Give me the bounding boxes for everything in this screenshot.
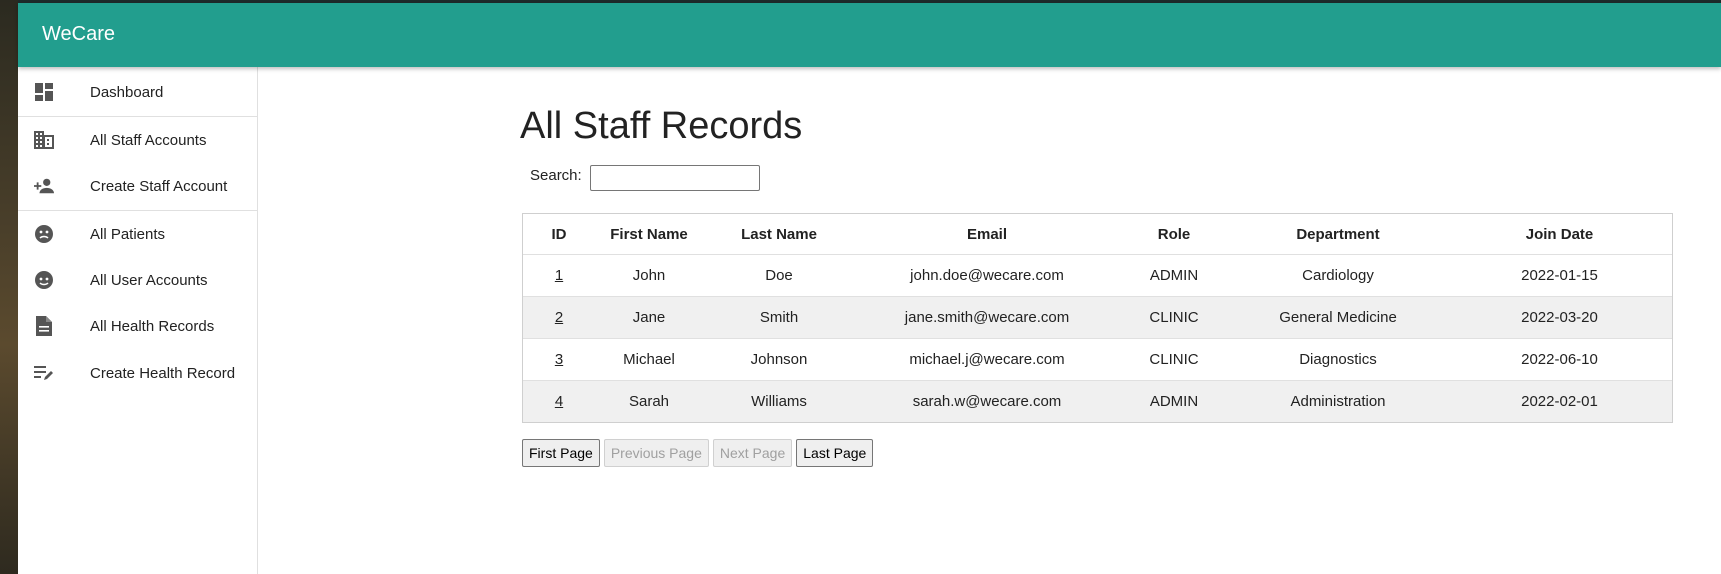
sidebar-item-all-staff-accounts[interactable]: All Staff Accounts: [18, 117, 257, 163]
sidebar-item-label: Create Health Record: [90, 364, 236, 382]
table-row: 1 John Doe john.doe@wecare.com ADMIN Car…: [523, 254, 1672, 297]
app-bar: WeCare: [18, 3, 1721, 67]
table-row: 2 Jane Smith jane.smith@wecare.com CLINI…: [523, 296, 1672, 339]
add-person-icon: [34, 176, 54, 196]
next-page-button[interactable]: Next Page: [712, 439, 793, 467]
last-page-button[interactable]: Last Page: [796, 439, 874, 467]
sidebar-item-label: Create Staff Account: [90, 177, 228, 195]
cell-role: CLINIC: [1119, 338, 1229, 381]
column-header-first-name[interactable]: First Name: [595, 214, 703, 255]
table-row: 4 Sarah Williams sarah.w@wecare.com ADMI…: [523, 380, 1672, 422]
sidebar-item-all-patients[interactable]: All Patients: [18, 211, 257, 257]
cell-first-name: Jane: [595, 296, 703, 339]
sidebar-item-all-health-records[interactable]: All Health Records: [18, 303, 257, 349]
desktop-background: [0, 0, 18, 574]
staff-table: ID First Name Last Name Email Role Depar…: [522, 213, 1673, 423]
cell-role: CLINIC: [1119, 296, 1229, 339]
face-icon: [34, 270, 54, 290]
cell-id: 4: [523, 380, 595, 422]
cell-join-date: 2022-06-10: [1447, 338, 1672, 381]
sidebar-item-label: All User Accounts: [90, 271, 208, 289]
table-header-row: ID First Name Last Name Email Role Depar…: [523, 214, 1672, 255]
cell-department: Administration: [1229, 380, 1447, 422]
cell-email: john.doe@wecare.com: [855, 254, 1119, 297]
staff-id-link[interactable]: 4: [555, 393, 563, 410]
previous-page-button[interactable]: Previous Page: [603, 439, 709, 467]
pagination: First Page Previous Page Next Page Last …: [522, 439, 877, 467]
column-header-role[interactable]: Role: [1119, 214, 1229, 255]
edit-note-icon: [34, 363, 54, 383]
cell-last-name: Smith: [703, 296, 855, 339]
column-header-join-date[interactable]: Join Date: [1447, 214, 1672, 255]
column-header-id[interactable]: ID: [523, 214, 595, 255]
cell-first-name: Michael: [595, 338, 703, 381]
table-row: 3 Michael Johnson michael.j@wecare.com C…: [523, 338, 1672, 381]
column-header-department[interactable]: Department: [1229, 214, 1447, 255]
cell-last-name: Johnson: [703, 338, 855, 381]
building-icon: [34, 130, 54, 150]
cell-first-name: Sarah: [595, 380, 703, 422]
sidebar-item-label: All Staff Accounts: [90, 131, 207, 149]
sidebar-item-label: Dashboard: [90, 83, 164, 101]
cell-id: 1: [523, 254, 595, 297]
cell-last-name: Doe: [703, 254, 855, 297]
page-title: All Staff Records: [520, 105, 803, 147]
dashboard-icon: [34, 82, 54, 102]
main-content: All Staff Records Search: ID First Name …: [258, 67, 1721, 574]
app-window: WeCare Dashboard All Staff Accounts Crea…: [18, 3, 1721, 574]
cell-department: Cardiology: [1229, 254, 1447, 297]
sidebar-item-all-user-accounts[interactable]: All User Accounts: [18, 257, 257, 303]
cell-email: jane.smith@wecare.com: [855, 296, 1119, 339]
cell-join-date: 2022-02-01: [1447, 380, 1672, 422]
cell-email: michael.j@wecare.com: [855, 338, 1119, 381]
cell-id: 3: [523, 338, 595, 381]
sidebar-item-create-health-record[interactable]: Create Health Record: [18, 350, 257, 396]
document-icon: [34, 316, 54, 336]
staff-id-link[interactable]: 3: [555, 351, 563, 368]
cell-last-name: Williams: [703, 380, 855, 422]
cell-first-name: John: [595, 254, 703, 297]
column-header-email[interactable]: Email: [855, 214, 1119, 255]
sick-face-icon: [34, 224, 54, 244]
cell-id: 2: [523, 296, 595, 339]
cell-join-date: 2022-01-15: [1447, 254, 1672, 297]
sidebar-item-label: All Patients: [90, 225, 166, 243]
cell-role: ADMIN: [1119, 254, 1229, 297]
cell-join-date: 2022-03-20: [1447, 296, 1672, 339]
staff-id-link[interactable]: 1: [555, 267, 563, 284]
sidebar-item-create-staff-account[interactable]: Create Staff Account: [18, 163, 257, 209]
column-header-last-name[interactable]: Last Name: [703, 214, 855, 255]
search-label: Search:: [530, 167, 582, 184]
cell-email: sarah.w@wecare.com: [855, 380, 1119, 422]
cell-role: ADMIN: [1119, 380, 1229, 422]
first-page-button[interactable]: First Page: [522, 439, 600, 467]
cell-department: General Medicine: [1229, 296, 1447, 339]
staff-id-link[interactable]: 2: [555, 309, 563, 326]
sidebar-item-dashboard[interactable]: Dashboard: [18, 69, 257, 115]
sidebar: Dashboard All Staff Accounts Create Staf…: [18, 67, 258, 574]
search-input[interactable]: [590, 165, 760, 191]
brand-title: WeCare: [42, 23, 115, 45]
sidebar-item-label: All Health Records: [90, 317, 215, 335]
cell-department: Diagnostics: [1229, 338, 1447, 381]
